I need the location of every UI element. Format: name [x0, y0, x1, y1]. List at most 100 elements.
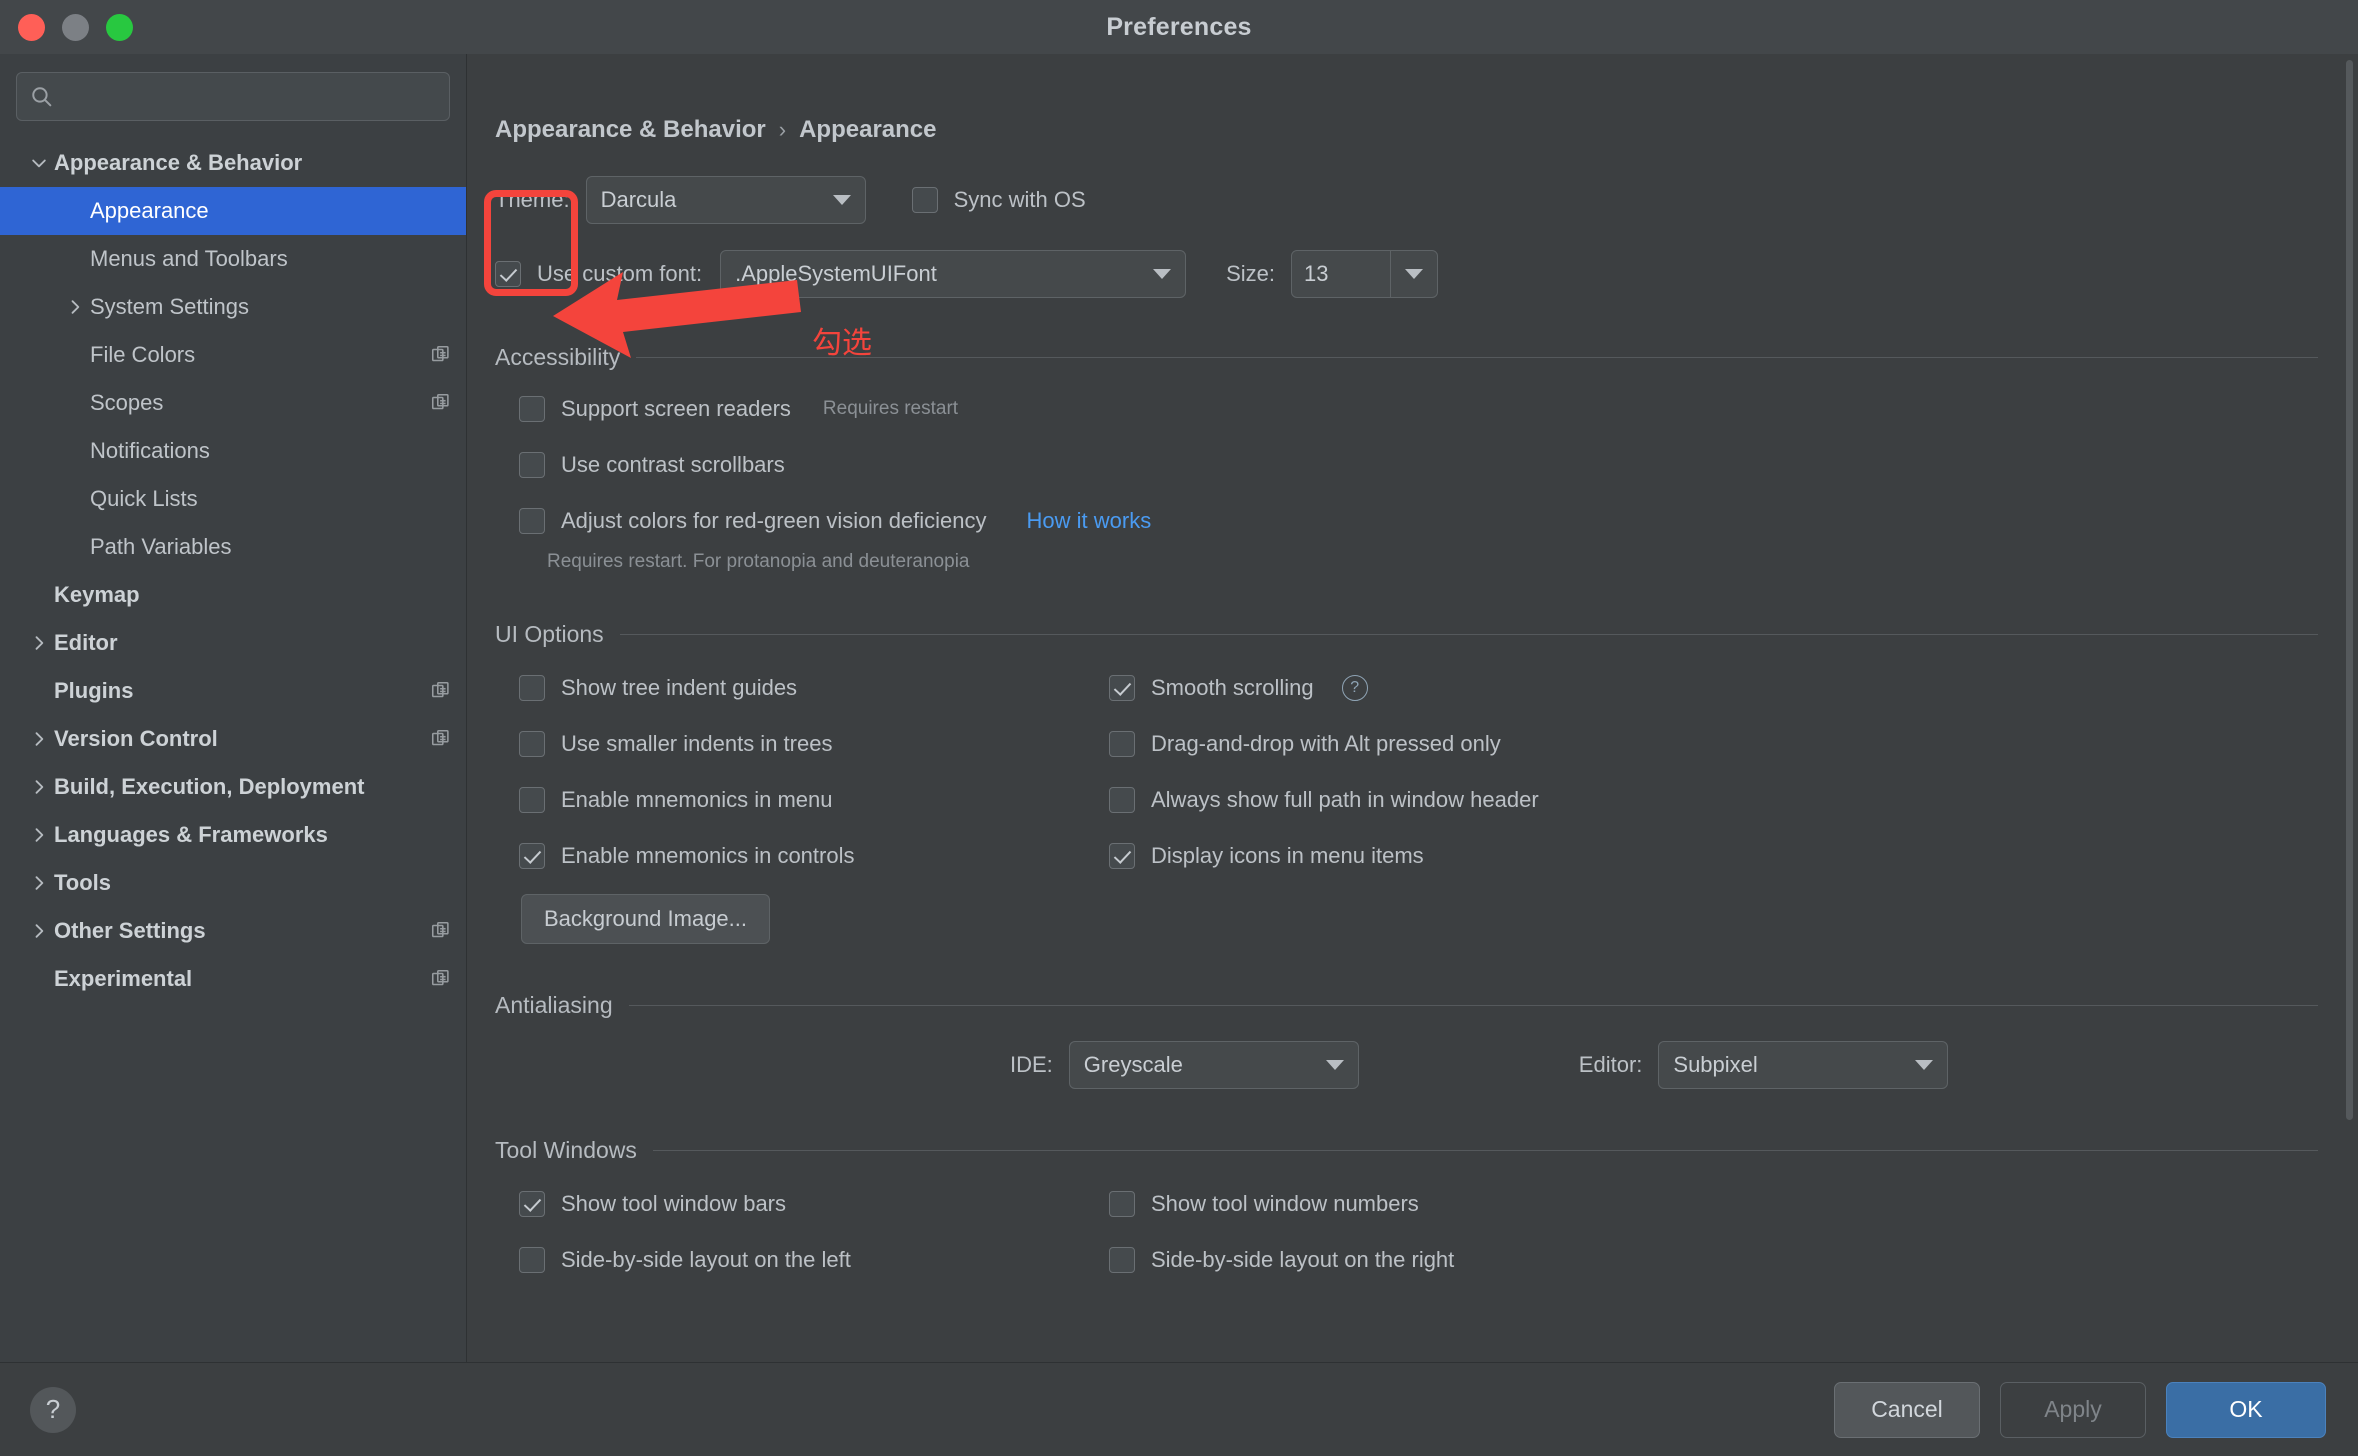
- cancel-button[interactable]: Cancel: [1834, 1381, 1980, 1438]
- option-row-side-by-side-layout-on-the-right[interactable]: Side-by-side layout on the right: [1109, 1232, 2358, 1288]
- sidebar-item-appearance[interactable]: Appearance: [0, 187, 466, 235]
- chevron-right-icon[interactable]: [60, 297, 90, 317]
- sidebar-item-path-variables[interactable]: Path Variables: [0, 523, 466, 571]
- checkbox-drag-and-drop-with-alt-pressed-only[interactable]: [1109, 731, 1135, 757]
- sidebar-item-menus-and-toolbars[interactable]: Menus and Toolbars: [0, 235, 466, 283]
- sidebar-item-label: System Settings: [90, 294, 249, 319]
- sidebar-item-plugins[interactable]: Plugins: [0, 667, 466, 715]
- sidebar-item-keymap[interactable]: Keymap: [0, 571, 466, 619]
- chevron-right-icon[interactable]: [24, 633, 54, 653]
- sync-with-os-checkbox[interactable]: [911, 187, 938, 213]
- sidebar-item-languages-frameworks[interactable]: Languages & Frameworks: [0, 811, 466, 859]
- font-size-stepper-button[interactable]: [1390, 251, 1437, 297]
- copy-settings-icon[interactable]: [430, 392, 452, 414]
- antialiasing-ide-select[interactable]: Greyscale: [1068, 1041, 1359, 1089]
- custom-font-select[interactable]: .AppleSystemUIFont: [720, 250, 1187, 298]
- checkbox-use-contrast-scrollbars[interactable]: [519, 452, 545, 478]
- option-row-drag-and-drop-with-alt-pressed-only[interactable]: Drag-and-drop with Alt pressed only: [1109, 716, 2358, 772]
- chevron-down-icon[interactable]: [24, 153, 54, 173]
- checkbox-adjust-colors-for-red-green-vision-deficiency[interactable]: [519, 508, 545, 534]
- sidebar-item-quick-lists[interactable]: Quick Lists: [0, 475, 466, 523]
- option-row-always-show-full-path-in-window-header[interactable]: Always show full path in window header: [1109, 772, 2358, 828]
- breadcrumb-parent[interactable]: Appearance & Behavior: [495, 116, 766, 144]
- content-scrollbar[interactable]: [2344, 60, 2354, 1357]
- sidebar-item-experimental[interactable]: Experimental: [0, 955, 466, 1003]
- option-row-display-icons-in-menu-items[interactable]: Display icons in menu items: [1109, 828, 2358, 884]
- copy-settings-icon[interactable]: [430, 728, 452, 750]
- checkbox-show-tool-window-bars[interactable]: [519, 1191, 545, 1217]
- apply-button[interactable]: Apply: [2000, 1381, 2146, 1438]
- font-size-spinner[interactable]: 13: [1291, 250, 1438, 298]
- checkbox-always-show-full-path-in-window-header[interactable]: [1109, 787, 1135, 813]
- sidebar-item-build-execution-deployment[interactable]: Build, Execution, Deployment: [0, 763, 466, 811]
- checkbox-smooth-scrolling[interactable]: [1109, 675, 1135, 701]
- copy-settings-icon[interactable]: [430, 968, 452, 990]
- checkbox-side-by-side-layout-on-the-right[interactable]: [1109, 1247, 1135, 1273]
- checkbox-show-tree-indent-guides[interactable]: [519, 675, 545, 701]
- checkbox-show-tool-window-numbers[interactable]: [1109, 1191, 1135, 1217]
- tool-windows-left-column: Show tool window bars Side-by-side layout…: [519, 1176, 1109, 1288]
- help-icon[interactable]: ?: [1341, 675, 1368, 701]
- checkbox-support-screen-readers[interactable]: [519, 396, 545, 422]
- option-row-show-tool-window-numbers[interactable]: Show tool window numbers: [1109, 1176, 2358, 1232]
- chevron-right-icon[interactable]: [24, 777, 54, 797]
- sidebar-item-notifications[interactable]: Notifications: [0, 427, 466, 475]
- search-input[interactable]: [62, 84, 437, 109]
- option-row-enable-mnemonics-in-controls[interactable]: Enable mnemonics in controls: [519, 828, 1109, 884]
- sidebar-item-appearance-behavior[interactable]: Appearance & Behavior: [0, 139, 466, 187]
- use-custom-font-checkbox[interactable]: [495, 261, 521, 287]
- ui-options-section-header: UI Options: [495, 621, 2318, 648]
- checkbox-enable-mnemonics-in-menu[interactable]: [519, 787, 545, 813]
- sidebar-item-other-settings[interactable]: Other Settings: [0, 907, 466, 955]
- option-row-side-by-side-layout-on-the-left[interactable]: Side-by-side layout on the left: [519, 1232, 1109, 1288]
- checkbox-use-smaller-indents-in-trees[interactable]: [519, 731, 545, 757]
- settings-sidebar: Appearance & Behavior Appearance Menus and…: [0, 54, 467, 1363]
- sidebar-item-file-colors[interactable]: File Colors: [0, 331, 466, 379]
- copy-settings-icon[interactable]: [430, 680, 452, 702]
- antialiasing-editor-select[interactable]: Subpixel: [1658, 1041, 1949, 1089]
- use-custom-font-row[interactable]: Use custom font:: [495, 246, 702, 302]
- theme-select[interactable]: Darcula: [585, 176, 866, 224]
- sync-with-os-row[interactable]: Sync with OS: [911, 172, 1086, 228]
- sidebar-item-system-settings[interactable]: System Settings: [0, 283, 466, 331]
- copy-settings-icon[interactable]: [430, 344, 452, 366]
- checkbox-display-icons-in-menu-items[interactable]: [1109, 843, 1135, 869]
- help-button[interactable]: ?: [30, 1386, 76, 1433]
- chevron-right-icon[interactable]: [24, 729, 54, 749]
- sidebar-item-editor[interactable]: Editor: [0, 619, 466, 667]
- settings-content-panel: Appearance & Behavior › Appearance Theme…: [467, 54, 2358, 1363]
- option-row-use-smaller-indents-in-trees[interactable]: Use smaller indents in trees: [519, 716, 1109, 772]
- sidebar-item-label: Menus and Toolbars: [90, 246, 288, 271]
- option-row-adjust-colors-for-red-green-vision-deficiency[interactable]: Adjust colors for red-green vision defic…: [519, 493, 2358, 549]
- chevron-right-icon[interactable]: [24, 825, 54, 845]
- sidebar-item-label: Tools: [54, 870, 112, 895]
- zoom-window-button[interactable]: [106, 13, 133, 41]
- option-row-smooth-scrolling[interactable]: Smooth scrolling?: [1109, 660, 2358, 716]
- chevron-right-icon[interactable]: [24, 921, 54, 941]
- chevron-down-icon: [1915, 1060, 1934, 1070]
- option-row-show-tree-indent-guides[interactable]: Show tree indent guides: [519, 660, 1109, 716]
- sidebar-item-version-control[interactable]: Version Control: [0, 715, 466, 763]
- sidebar-item-label: Keymap: [54, 582, 140, 607]
- background-image-button[interactable]: Background Image...: [521, 894, 771, 944]
- option-row-enable-mnemonics-in-menu[interactable]: Enable mnemonics in menu: [519, 772, 1109, 828]
- accessibility-options: Support screen readers Requires restart Us…: [519, 381, 2358, 549]
- sidebar-item-tools[interactable]: Tools: [0, 859, 466, 907]
- option-row-show-tool-window-bars[interactable]: Show tool window bars: [519, 1176, 1109, 1232]
- checkbox-side-by-side-layout-on-the-left[interactable]: [519, 1247, 545, 1273]
- how-it-works-link[interactable]: How it works: [1027, 508, 1152, 534]
- antialiasing-section-title: Antialiasing: [495, 992, 613, 1018]
- close-window-button[interactable]: [18, 13, 45, 41]
- chevron-right-icon[interactable]: [24, 873, 54, 893]
- minimize-window-button[interactable]: [62, 13, 89, 41]
- sidebar-item-scopes[interactable]: Scopes: [0, 379, 466, 427]
- option-row-support-screen-readers[interactable]: Support screen readers Requires restart: [519, 381, 2358, 437]
- option-row-use-contrast-scrollbars[interactable]: Use contrast scrollbars: [519, 437, 2358, 493]
- copy-settings-icon[interactable]: [430, 920, 452, 942]
- font-size-value[interactable]: 13: [1292, 251, 1390, 297]
- checkbox-enable-mnemonics-in-controls[interactable]: [519, 843, 545, 869]
- sidebar-search[interactable]: [16, 72, 450, 121]
- ok-button[interactable]: OK: [2166, 1381, 2326, 1438]
- ui-options-right-column: Smooth scrolling? Drag-and-drop with Alt …: [1109, 660, 2358, 884]
- scrollbar-thumb[interactable]: [2346, 60, 2353, 1120]
